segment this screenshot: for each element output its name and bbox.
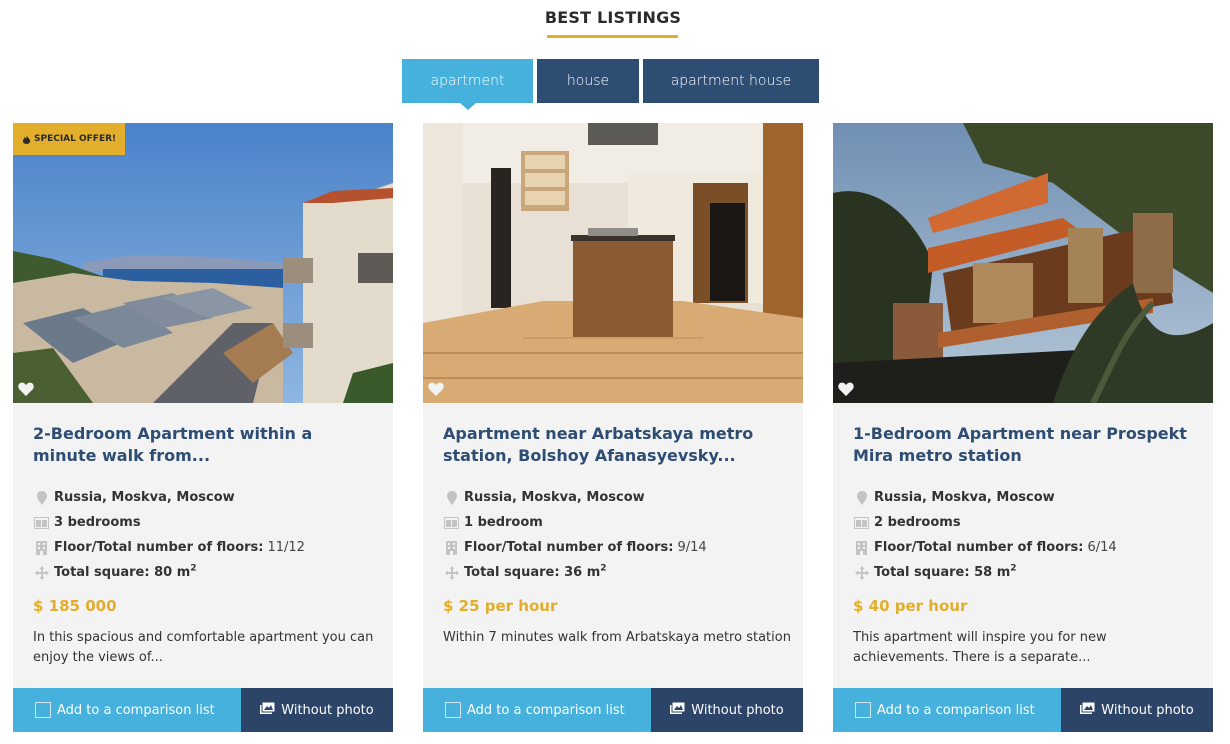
move-arrows-icon — [443, 565, 460, 580]
special-offer-badge: SPECIAL OFFER! — [13, 123, 125, 155]
location-text: Russia, Moskva, Moscow — [54, 490, 235, 505]
card-actions: Add to a comparison list Without photo — [13, 688, 393, 732]
listing-title[interactable]: 1-Bedroom Apartment near Prospekt Mira m… — [853, 423, 1198, 467]
floors-row: Floor/Total number of floors: 6/14 — [853, 535, 1198, 560]
listing-price: $ 25 per hour — [443, 597, 558, 615]
map-pin-icon — [33, 490, 50, 505]
floors-label: Floor/Total number of floors: — [874, 540, 1084, 555]
comparison-checkbox[interactable] — [35, 702, 51, 718]
listing-card: SPECIAL OFFER! 2-Bedroom Apartment withi… — [13, 123, 393, 732]
comparison-label: Add to a comparison list — [57, 702, 215, 718]
location-row: Russia, Moskva, Moscow — [33, 485, 378, 510]
comparison-label: Add to a comparison list — [467, 702, 625, 718]
comparison-checkbox[interactable] — [445, 702, 461, 718]
listing-photo[interactable] — [423, 123, 803, 403]
bedrooms-text: 2 bedrooms — [874, 515, 961, 530]
tab-house[interactable]: house — [537, 59, 639, 103]
location-row: Russia, Moskva, Moscow — [853, 485, 1198, 510]
listing-meta: Russia, Moskva, Moscow 2 bedrooms Floor/… — [853, 485, 1198, 585]
add-to-comparison-button[interactable]: Add to a comparison list — [423, 688, 651, 732]
favorite-heart-icon[interactable] — [838, 382, 854, 396]
without-photo-button[interactable]: Without photo — [651, 688, 803, 732]
comparison-checkbox[interactable] — [855, 702, 871, 718]
listing-price: $ 185 000 — [33, 597, 117, 615]
badge-label: SPECIAL OFFER! — [34, 134, 117, 144]
listing-title[interactable]: Apartment near Arbatskaya metro station,… — [443, 423, 788, 467]
listing-photo[interactable]: SPECIAL OFFER! — [13, 123, 393, 403]
listing-card: 1-Bedroom Apartment near Prospekt Mira m… — [833, 123, 1213, 732]
bed-icon — [443, 516, 460, 530]
without-photo-button[interactable]: Without photo — [1061, 688, 1213, 732]
location-text: Russia, Moskva, Moscow — [464, 490, 645, 505]
add-to-comparison-button[interactable]: Add to a comparison list — [13, 688, 241, 732]
move-arrows-icon — [853, 565, 870, 580]
square-row: Total square: 80 m2 — [33, 560, 378, 585]
bed-icon — [33, 516, 50, 530]
building-icon — [33, 540, 50, 555]
building-icon — [443, 540, 460, 555]
add-to-comparison-button[interactable]: Add to a comparison list — [833, 688, 1061, 732]
square-row: Total square: 58 m2 — [853, 560, 1198, 585]
without-photo-label: Without photo — [691, 702, 784, 718]
photo-icon — [1080, 701, 1096, 718]
bedrooms-row: 3 bedrooms — [33, 510, 378, 535]
fire-icon — [22, 134, 31, 144]
move-arrows-icon — [33, 565, 50, 580]
favorite-heart-icon[interactable] — [428, 382, 444, 396]
listing-title[interactable]: 2-Bedroom Apartment within a minute walk… — [33, 423, 378, 467]
card-actions: Add to a comparison list Without photo — [833, 688, 1213, 732]
floors-row: Floor/Total number of floors: 11/12 — [33, 535, 378, 560]
listing-card: Apartment near Arbatskaya metro station,… — [423, 123, 803, 732]
without-photo-label: Without photo — [1101, 702, 1194, 718]
bedrooms-text: 1 bedroom — [464, 515, 543, 530]
listing-photo[interactable] — [833, 123, 1213, 403]
location-row: Russia, Moskva, Moscow — [443, 485, 788, 510]
card-actions: Add to a comparison list Without photo — [423, 688, 803, 732]
listing-description: Within 7 minutes walk from Arbatskaya me… — [443, 630, 791, 645]
floors-value: 9/14 — [677, 540, 707, 555]
floors-value: 11/12 — [267, 540, 305, 555]
without-photo-label: Without photo — [281, 702, 374, 718]
square-label: Total square: 80 m2 — [54, 563, 197, 580]
title-underline — [547, 35, 678, 38]
floors-row: Floor/Total number of floors: 9/14 — [443, 535, 788, 560]
building-icon — [853, 540, 870, 555]
without-photo-button[interactable]: Without photo — [241, 688, 393, 732]
floors-value: 6/14 — [1087, 540, 1117, 555]
tab-apartment[interactable]: apartment — [402, 59, 533, 103]
photo-icon — [260, 701, 276, 718]
bedrooms-text: 3 bedrooms — [54, 515, 141, 530]
section-title: BEST LISTINGS — [544, 8, 682, 27]
bed-icon — [853, 516, 870, 530]
comparison-label: Add to a comparison list — [877, 702, 1035, 718]
tab-apartment-house[interactable]: apartment house — [643, 59, 819, 103]
listing-description: This apartment will inspire you for new … — [853, 630, 1107, 665]
photo-icon — [670, 701, 686, 718]
favorite-heart-icon[interactable] — [18, 382, 34, 396]
listing-price: $ 40 per hour — [853, 597, 968, 615]
listing-meta: Russia, Moskva, Moscow 3 bedrooms Floor/… — [33, 485, 378, 585]
category-tabs: apartment house apartment house — [402, 59, 819, 103]
floors-label: Floor/Total number of floors: — [54, 540, 264, 555]
map-pin-icon — [853, 490, 870, 505]
square-label: Total square: 58 m2 — [874, 563, 1017, 580]
listing-meta: Russia, Moskva, Moscow 1 bedroom Floor/T… — [443, 485, 788, 585]
bedrooms-row: 2 bedrooms — [853, 510, 1198, 535]
listing-description: In this spacious and comfortable apartme… — [33, 630, 374, 665]
square-label: Total square: 36 m2 — [464, 563, 607, 580]
bedrooms-row: 1 bedroom — [443, 510, 788, 535]
location-text: Russia, Moskva, Moscow — [874, 490, 1055, 505]
floors-label: Floor/Total number of floors: — [464, 540, 674, 555]
map-pin-icon — [443, 490, 460, 505]
square-row: Total square: 36 m2 — [443, 560, 788, 585]
